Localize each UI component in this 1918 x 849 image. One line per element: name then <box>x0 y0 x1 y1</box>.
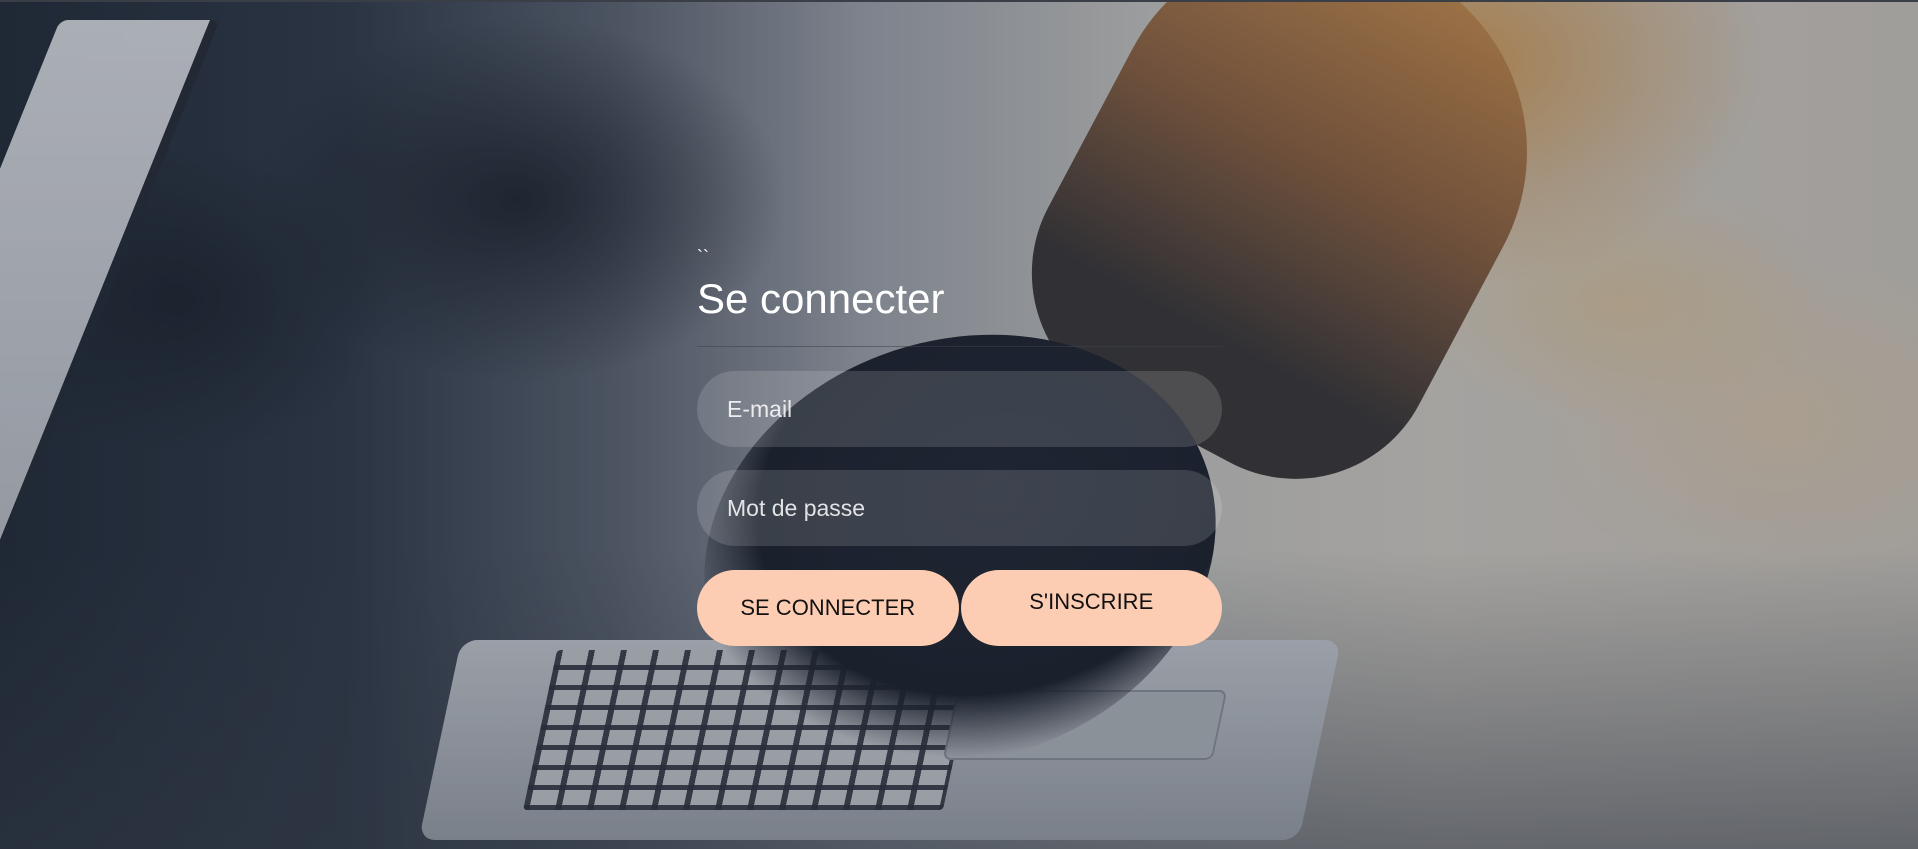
password-field[interactable] <box>697 470 1222 546</box>
email-field[interactable] <box>697 371 1222 447</box>
tick-mark: `` <box>697 247 709 267</box>
divider <box>697 346 1222 347</box>
login-button[interactable]: SE CONNECTER <box>697 570 959 646</box>
login-form: `` Se connecter SE CONNECTER S'INSCRIRE <box>697 248 1222 646</box>
button-row: SE CONNECTER S'INSCRIRE <box>697 570 1222 646</box>
top-border <box>0 0 1918 2</box>
signup-button[interactable]: S'INSCRIRE <box>960 570 1222 646</box>
login-page: `` Se connecter SE CONNECTER S'INSCRIRE <box>0 0 1918 849</box>
page-title: Se connecter <box>697 275 945 322</box>
